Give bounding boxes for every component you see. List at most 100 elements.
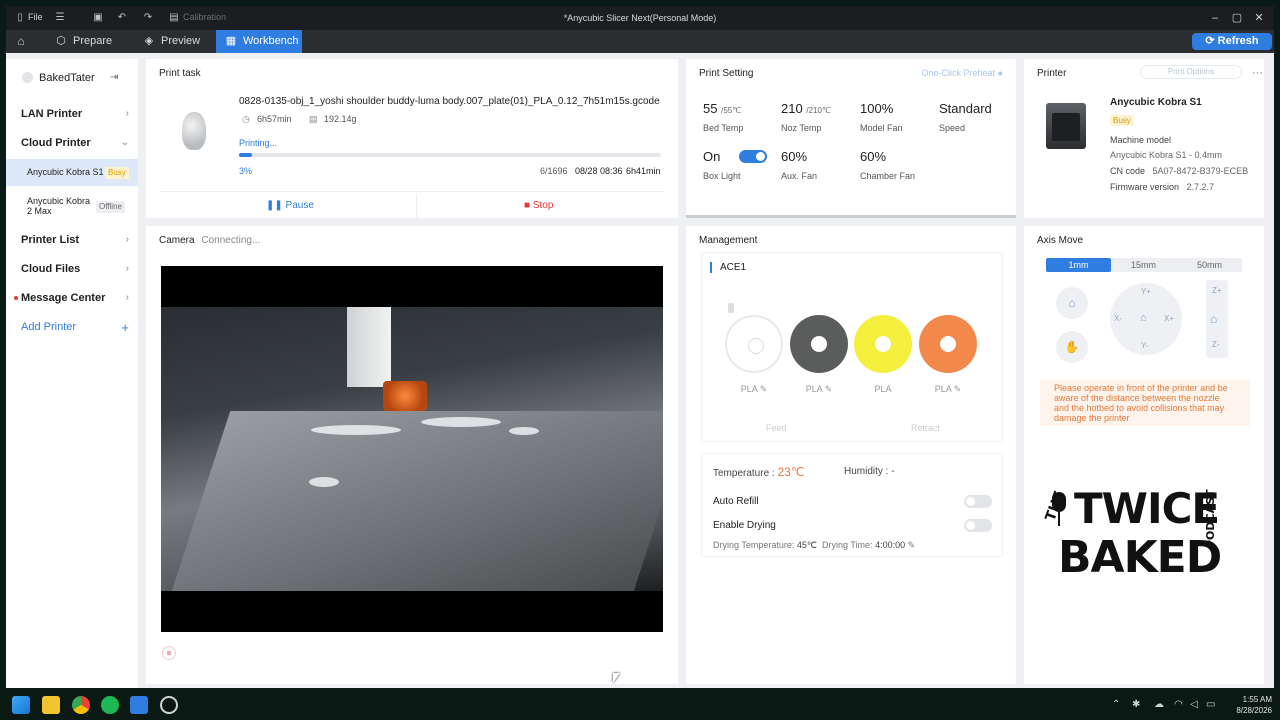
model-fan-value[interactable]: 100% xyxy=(860,101,893,116)
volume-icon[interactable]: ◁ xyxy=(1190,699,1198,710)
auto-refill-toggle[interactable] xyxy=(964,495,992,508)
stop-button[interactable]: ■ Stop xyxy=(524,200,553,211)
x-plus-button[interactable]: X+ xyxy=(1164,314,1174,323)
spotify-icon[interactable] xyxy=(101,696,119,714)
clock[interactable]: 1:55 AM 8/28/2026 xyxy=(1222,694,1272,716)
auto-refill-label: Auto Refill xyxy=(713,496,759,507)
refresh-button[interactable]: ⟳ Refresh xyxy=(1192,33,1272,50)
chamber-fan-value[interactable]: 60% xyxy=(860,149,886,164)
speed-value[interactable]: Standard xyxy=(939,101,992,116)
print-options-button[interactable]: Print Options xyxy=(1140,65,1242,79)
window-title: *Anycubic Slicer Next(Personal Mode) xyxy=(563,13,717,23)
layer-count: 6/1696 xyxy=(540,166,568,176)
printer-title: Printer xyxy=(1037,68,1067,79)
logout-icon[interactable]: ⇥ xyxy=(110,72,118,83)
tray-icon[interactable]: ✱ xyxy=(1132,699,1140,710)
feed-button[interactable]: Feed xyxy=(766,423,787,433)
home-xy-button[interactable]: ⌂ xyxy=(1056,287,1088,319)
disable-motors-button[interactable]: ✋ xyxy=(1056,331,1088,363)
sidebar-item-message-center[interactable]: Message Center › xyxy=(14,292,129,304)
one-click-preheat-button[interactable]: One-Click Preheat ● xyxy=(922,68,1003,78)
bed-temp-value[interactable]: 55 /55℃ xyxy=(703,101,741,116)
more-icon[interactable]: ⋯ xyxy=(1252,66,1263,79)
windows-start-icon[interactable] xyxy=(12,696,30,714)
wifi-icon[interactable]: ◠ xyxy=(1174,699,1183,710)
xy-jog-pad: Y+ Y- X- X+ ⌂ xyxy=(1110,283,1182,355)
step-1mm[interactable]: 1mm xyxy=(1046,258,1111,272)
drying-time-value: 4:00:00 xyxy=(875,540,906,550)
battery-icon[interactable]: ▭ xyxy=(1206,699,1215,710)
grid-icon: ▦ xyxy=(225,35,237,47)
spool-2[interactable] xyxy=(790,315,848,373)
edit-icon[interactable]: ✎ xyxy=(954,384,962,394)
slicer-app-icon[interactable] xyxy=(130,696,148,714)
sidebar-item-printer-list[interactable]: Printer List › xyxy=(21,234,129,246)
pause-button[interactable]: ❚❚ Pause xyxy=(266,200,314,211)
edit-icon[interactable]: ✎ xyxy=(825,384,833,394)
chrome-icon[interactable] xyxy=(72,696,90,714)
spool-3[interactable] xyxy=(854,315,912,373)
divider xyxy=(161,191,663,192)
user-profile[interactable]: BakedTater xyxy=(22,72,95,84)
y-minus-button[interactable]: Y- xyxy=(1141,341,1148,350)
cloud-icon[interactable]: ☁ xyxy=(1154,699,1164,710)
progress-bar xyxy=(239,153,661,157)
spool-type: PLA xyxy=(805,384,823,394)
one-click-label: One-Click Preheat xyxy=(921,68,996,78)
record-button[interactable] xyxy=(162,646,176,660)
device-kobra-2-max[interactable]: Anycubic Kobra 2 Max Offline xyxy=(6,196,138,218)
edit-icon[interactable]: ✎ xyxy=(760,384,768,394)
sidebar-item-label: Cloud Printer xyxy=(21,137,91,149)
step-50mm[interactable]: 50mm xyxy=(1177,258,1242,272)
status-badge: Busy xyxy=(105,167,129,179)
enable-drying-toggle[interactable] xyxy=(964,519,992,532)
device-kobra-s1[interactable]: Anycubic Kobra S1 Busy xyxy=(6,159,138,186)
x-minus-button[interactable]: X- xyxy=(1114,314,1122,323)
sidebar-item-label: Printer List xyxy=(21,234,80,246)
collision-warning: Please operate in front of the printer a… xyxy=(1040,380,1250,426)
firmware-label: Firmware version xyxy=(1110,182,1180,192)
home-icon[interactable]: ⌂ xyxy=(1140,312,1147,324)
tab-workbench[interactable]: ▦ Workbench xyxy=(216,30,302,53)
app-icon[interactable] xyxy=(160,696,178,714)
step-15mm[interactable]: 15mm xyxy=(1111,258,1176,272)
sidebar-item-lan-printer[interactable]: LAN Printer › xyxy=(21,108,129,120)
tab-preview[interactable]: ◈ Preview xyxy=(134,30,222,53)
step-size-selector: 1mm 15mm 50mm xyxy=(1046,258,1242,272)
spool-4[interactable] xyxy=(919,315,977,373)
duration-value: 6h57min xyxy=(257,114,292,124)
print-head xyxy=(347,307,391,387)
aux-fan-value[interactable]: 60% xyxy=(781,149,807,164)
spool-hole xyxy=(875,336,891,352)
home-icon[interactable]: ⌂ xyxy=(14,34,28,48)
horizontal-scrollbar[interactable] xyxy=(686,215,1016,218)
box-light-toggle[interactable] xyxy=(739,150,767,163)
home-z-icon[interactable]: ⌂ xyxy=(1210,312,1217,326)
print-status: Printing... xyxy=(239,138,278,148)
chevron-down-icon: ⌄ xyxy=(120,137,129,148)
chamber-fan-label: Chamber Fan xyxy=(860,171,916,181)
retract-button[interactable]: Retract xyxy=(911,423,940,433)
spool-1[interactable] xyxy=(725,315,783,373)
z-plus-button[interactable]: Z+ xyxy=(1212,286,1222,295)
avatar xyxy=(22,72,33,83)
file-explorer-icon[interactable] xyxy=(42,696,60,714)
add-printer-button[interactable]: Add Printer + xyxy=(21,320,129,335)
edit-icon[interactable]: ✎ xyxy=(908,540,916,550)
chevron-up-icon[interactable]: ⌃ xyxy=(1112,699,1120,710)
tab-prepare[interactable]: ⬡ Prepare xyxy=(46,30,134,53)
weight-value: 192.14g xyxy=(324,114,357,124)
maximize-icon[interactable]: ▢ xyxy=(1229,11,1245,25)
close-icon[interactable]: ✕ xyxy=(1251,11,1267,25)
minimize-icon[interactable]: – xyxy=(1207,11,1223,25)
y-plus-button[interactable]: Y+ xyxy=(1141,287,1151,296)
sidebar-item-cloud-files[interactable]: Cloud Files › xyxy=(21,263,129,275)
sidebar-item-cloud-printer[interactable]: Cloud Printer ⌄ xyxy=(21,137,129,149)
drying-time-label: Drying Time: xyxy=(822,540,873,550)
sidebar: BakedTater ⇥ LAN Printer › Cloud Printer ⌄… xyxy=(6,59,138,688)
divider xyxy=(416,194,417,218)
z-minus-button[interactable]: Z- xyxy=(1212,340,1220,349)
noz-temp-value[interactable]: 210 /210℃ xyxy=(781,101,831,116)
twice-baked-logo: THE TWICE BAKED PODCAST xyxy=(1038,484,1223,614)
bed-temp-target: /55℃ xyxy=(721,106,742,115)
